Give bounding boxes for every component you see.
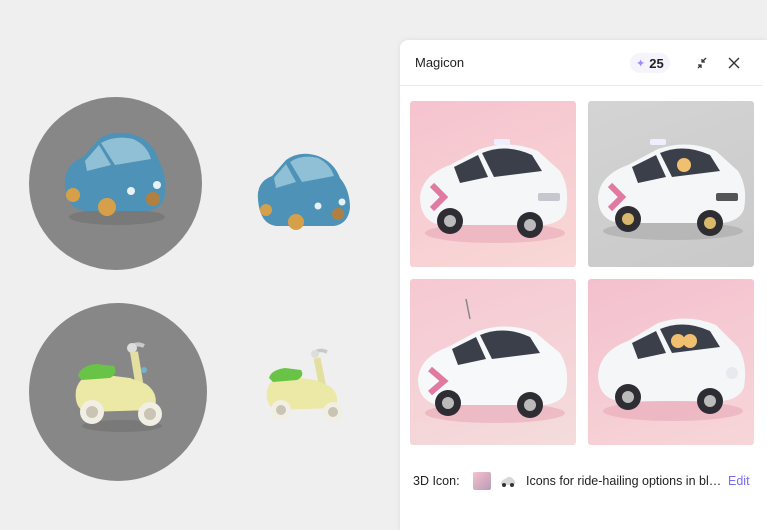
sparkle-icon: ✦ [636,57,646,70]
credits-badge: ✦ 25 [630,53,670,73]
taxi-icon [598,139,746,240]
canvas [0,0,400,522]
credits-count: 25 [649,55,664,71]
minimize-icon[interactable] [691,52,713,74]
prompt-text: Icons for ride-hailing options in bla… [526,474,726,488]
result-thumbnail-2[interactable] [588,101,754,267]
panel-title: Magicon [415,55,465,70]
prompt-row: 3D Icon: Icons for ride-hailing options … [400,470,763,492]
close-icon[interactable] [723,52,745,74]
taxi-icon [418,298,568,423]
car-style-icon [501,476,516,487]
blue-car-icon[interactable] [55,125,175,230]
panel-header: Magicon ✦ 25 [400,40,763,86]
edit-prompt-link[interactable]: Edit [728,474,750,488]
blue-car-cutout-icon[interactable] [252,148,356,240]
result-thumbnail-1[interactable] [410,101,576,267]
magicon-panel: Magicon ✦ 25 3D Icon: Icons for ride-hai… [400,40,767,530]
taxi-icon [420,139,568,243]
scooter-cutout-icon[interactable] [263,348,349,428]
result-thumbnail-4[interactable] [588,279,754,445]
reference-image-thumbnail[interactable] [473,472,491,490]
taxi-icon [598,318,746,421]
result-thumbnail-3[interactable] [410,279,576,445]
scooter-icon[interactable] [70,340,170,435]
style-label: 3D Icon: [413,474,460,488]
